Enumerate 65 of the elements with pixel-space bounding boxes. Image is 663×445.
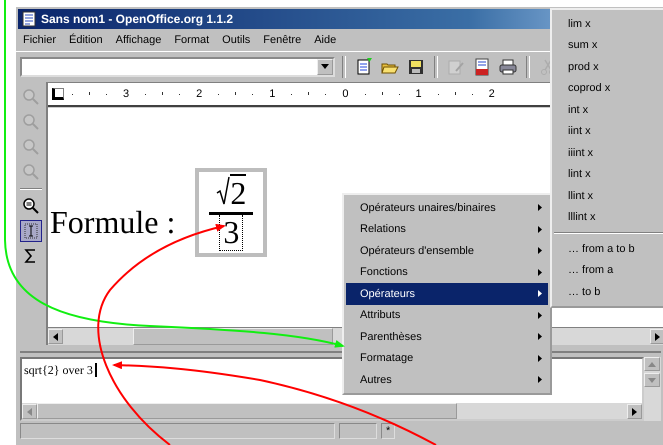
ruler-number: 2 bbox=[196, 88, 202, 100]
horizontal-scrollbar[interactable] bbox=[22, 403, 642, 420]
formula-label: Formule : bbox=[50, 203, 176, 242]
menu-item[interactable]: Attributs bbox=[346, 304, 548, 326]
ruler-number: 1 bbox=[416, 88, 422, 100]
menu-item[interactable]: Opérateurs unaires/binaires bbox=[346, 197, 548, 218]
ruler-number: 1 bbox=[269, 88, 276, 100]
menu-item[interactable]: lim x bbox=[552, 13, 663, 34]
menu-item[interactable]: lllint x bbox=[552, 206, 663, 228]
text-cursor-icon[interactable] bbox=[20, 220, 42, 242]
formula-numerator: 2 bbox=[230, 174, 246, 212]
submenu-arrow-icon bbox=[538, 247, 542, 254]
submenu-arrow-icon bbox=[538, 290, 542, 298]
submenu-arrow-icon bbox=[538, 333, 542, 340]
menu-item[interactable]: Format bbox=[174, 34, 210, 46]
menu-item[interactable]: … to b bbox=[552, 281, 663, 302]
ruler-number: 0 bbox=[342, 88, 348, 100]
submenu-arrow-icon bbox=[538, 268, 542, 276]
text-caret bbox=[94, 363, 97, 378]
menu-item[interactable]: Opérateurs d'ensemble bbox=[346, 240, 548, 262]
submenu-arrow-icon bbox=[538, 204, 542, 212]
menu-item[interactable]: iint x bbox=[552, 120, 663, 142]
ruler-number: 2 bbox=[488, 88, 495, 100]
scroll-left-icon[interactable] bbox=[48, 329, 63, 344]
scroll-right-icon[interactable] bbox=[650, 329, 663, 344]
scroll-thumb[interactable] bbox=[133, 328, 333, 346]
menu-item[interactable]: iiint x bbox=[552, 142, 663, 164]
menu-item[interactable]: Parenthèses bbox=[346, 326, 548, 348]
menu-item[interactable]: Autres bbox=[346, 369, 548, 390]
menu-item[interactable]: Relations bbox=[346, 218, 548, 240]
menu-item[interactable]: Fichier bbox=[23, 34, 56, 46]
menu-item[interactable]: … from a bbox=[552, 260, 663, 281]
menu-item[interactable]: int x bbox=[552, 99, 663, 120]
tab-stop-icon[interactable] bbox=[52, 88, 64, 100]
menu-item[interactable]: Outils bbox=[222, 34, 250, 46]
menu-item[interactable]: Aide bbox=[314, 34, 336, 46]
menu-item[interactable]: Opérateurs bbox=[346, 283, 548, 304]
document-icon bbox=[22, 10, 36, 27]
scroll-right-icon[interactable] bbox=[627, 404, 642, 420]
menu-item[interactable]: Édition bbox=[69, 34, 103, 46]
status-field bbox=[339, 423, 377, 440]
menu-item[interactable]: Affichage bbox=[116, 34, 162, 46]
scroll-thumb[interactable] bbox=[37, 403, 457, 420]
formula-object[interactable]: 2 3 bbox=[195, 168, 268, 257]
menu-item[interactable]: Fenêtre bbox=[263, 34, 302, 46]
ruler-number: 3 bbox=[123, 88, 130, 100]
modified-indicator: * bbox=[381, 423, 395, 440]
submenu-arrow-icon bbox=[538, 312, 542, 319]
window-title: Sans nom1 - OpenOffice.org 1.1.2 bbox=[41, 12, 234, 26]
submenu-arrow-icon bbox=[538, 376, 542, 384]
vertical-scrollbar[interactable] bbox=[644, 357, 661, 422]
formula-denominator: 3 bbox=[219, 214, 244, 251]
menu-item[interactable]: Fonctions bbox=[346, 262, 548, 283]
submenu-arrow-icon bbox=[538, 226, 542, 233]
menu-item[interactable]: coprod x bbox=[552, 78, 663, 99]
submenu-arrow-icon bbox=[538, 354, 542, 362]
menu-item[interactable]: llint x bbox=[552, 185, 663, 206]
command-text: sqrt{2} over 3 bbox=[24, 363, 93, 378]
scroll-down-icon[interactable] bbox=[644, 373, 660, 388]
menu-item[interactable]: lint x bbox=[552, 164, 663, 185]
menu-item[interactable]: … from a to b bbox=[552, 238, 663, 260]
menu-item[interactable]: sum x bbox=[552, 34, 663, 56]
scroll-up-icon[interactable] bbox=[644, 357, 660, 372]
menu-item[interactable]: prod x bbox=[552, 56, 663, 78]
square-root-icon bbox=[216, 176, 230, 206]
